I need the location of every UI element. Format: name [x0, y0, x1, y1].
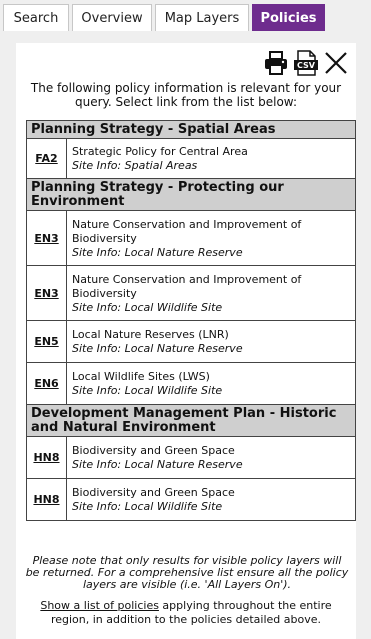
table-row: EN5 Local Nature Reserves (LNR) Site Info… [26, 320, 356, 363]
tab-map-layers[interactable]: Map Layers [155, 4, 249, 31]
table-row: EN3 Nature Conservation and Improvement … [26, 210, 356, 266]
group-heading-row: Planning Strategy - Spatial Areas [26, 120, 356, 139]
tab-search[interactable]: Search [3, 4, 69, 31]
policy-desc-cell: Biodiversity and Green Space Site Info: L… [66, 436, 356, 479]
policy-code-link[interactable]: EN6 [34, 377, 58, 390]
policy-title: Biodiversity and Green Space [72, 486, 235, 499]
policy-title: Strategic Policy for Central Area [72, 145, 248, 158]
csv-icon[interactable]: CSV [292, 49, 320, 77]
visibility-note: Please note that only results for visibl… [25, 554, 349, 591]
table-row: HN8 Biodiversity and Green Space Site Inf… [26, 436, 356, 479]
policy-code-cell: HN8 [26, 436, 67, 479]
tab-overview[interactable]: Overview [72, 4, 152, 31]
table-row: FA2 Strategic Policy for Central Area Sit… [26, 138, 356, 179]
policy-title: Nature Conservation and Improvement of B… [72, 217, 302, 245]
policy-code-cell: EN6 [26, 362, 67, 405]
policy-table: Planning Strategy - Spatial Areas FA2 St… [26, 120, 356, 521]
csv-icon-label: CSV [297, 61, 316, 70]
policy-code-link[interactable]: EN3 [34, 287, 58, 300]
site-info: Site Info: Local Wildlife Site [72, 500, 223, 513]
policy-code-cell: HN8 [26, 478, 67, 521]
policy-desc-cell: Nature Conservation and Improvement of B… [66, 265, 356, 321]
policy-code-cell: EN3 [26, 210, 67, 266]
close-icon[interactable] [322, 49, 350, 77]
policy-desc-cell: Strategic Policy for Central Area Site In… [66, 138, 356, 179]
table-row: HN8 Biodiversity and Green Space Site Inf… [26, 478, 356, 521]
site-info: Site Info: Local Nature Reserve [72, 342, 243, 355]
group-heading: Development Management Plan - Historic a… [26, 404, 356, 437]
policy-title: Biodiversity and Green Space [72, 444, 235, 457]
group-heading: Planning Strategy - Protecting our Envir… [26, 178, 356, 211]
site-info: Site Info: Local Nature Reserve [72, 458, 243, 471]
policy-code-cell: EN5 [26, 320, 67, 363]
table-row: EN3 Nature Conservation and Improvement … [26, 265, 356, 321]
intro-text: The following policy information is rele… [30, 81, 342, 109]
site-info: Site Info: Local Nature Reserve [72, 245, 243, 259]
printer-icon[interactable] [262, 49, 290, 77]
policy-code-cell: EN3 [26, 265, 67, 321]
site-info: Site Info: Spatial Areas [72, 159, 198, 172]
show-list-text: Show a list of policies applying through… [26, 599, 346, 627]
policy-code-link[interactable]: EN5 [34, 335, 58, 348]
policy-code-link[interactable]: EN3 [34, 232, 58, 245]
site-info: Site Info: Local Wildlife Site [72, 300, 223, 314]
show-policies-link[interactable]: Show a list of policies [40, 599, 159, 612]
policy-desc-cell: Biodiversity and Green Space Site Info: L… [66, 478, 356, 521]
policy-title: Nature Conservation and Improvement of B… [72, 272, 302, 300]
policy-desc-cell: Local Wildlife Sites (LWS) Site Info: Loc… [66, 362, 356, 405]
policies-panel: CSV The following policy information is … [16, 43, 356, 639]
policy-code-link[interactable]: HN8 [33, 451, 59, 464]
tab-policies[interactable]: Policies [252, 4, 325, 31]
group-heading-row: Development Management Plan - Historic a… [26, 404, 356, 437]
policy-code-link[interactable]: FA2 [35, 152, 57, 165]
policy-code-link[interactable]: HN8 [33, 493, 59, 506]
group-heading: Planning Strategy - Spatial Areas [26, 120, 356, 139]
site-info: Site Info: Local Wildlife Site [72, 384, 223, 397]
table-row: EN6 Local Wildlife Sites (LWS) Site Info:… [26, 362, 356, 405]
group-heading-row: Planning Strategy - Protecting our Envir… [26, 178, 356, 211]
policy-desc-cell: Local Nature Reserves (LNR) Site Info: Lo… [66, 320, 356, 363]
policy-code-cell: FA2 [26, 138, 67, 179]
policy-title: Local Wildlife Sites (LWS) [72, 370, 210, 383]
tab-bar: Search Overview Map Layers Policies [0, 4, 371, 33]
policy-title: Local Nature Reserves (LNR) [72, 328, 229, 341]
policy-desc-cell: Nature Conservation and Improvement of B… [66, 210, 356, 266]
panel-toolbar: CSV [262, 49, 350, 77]
